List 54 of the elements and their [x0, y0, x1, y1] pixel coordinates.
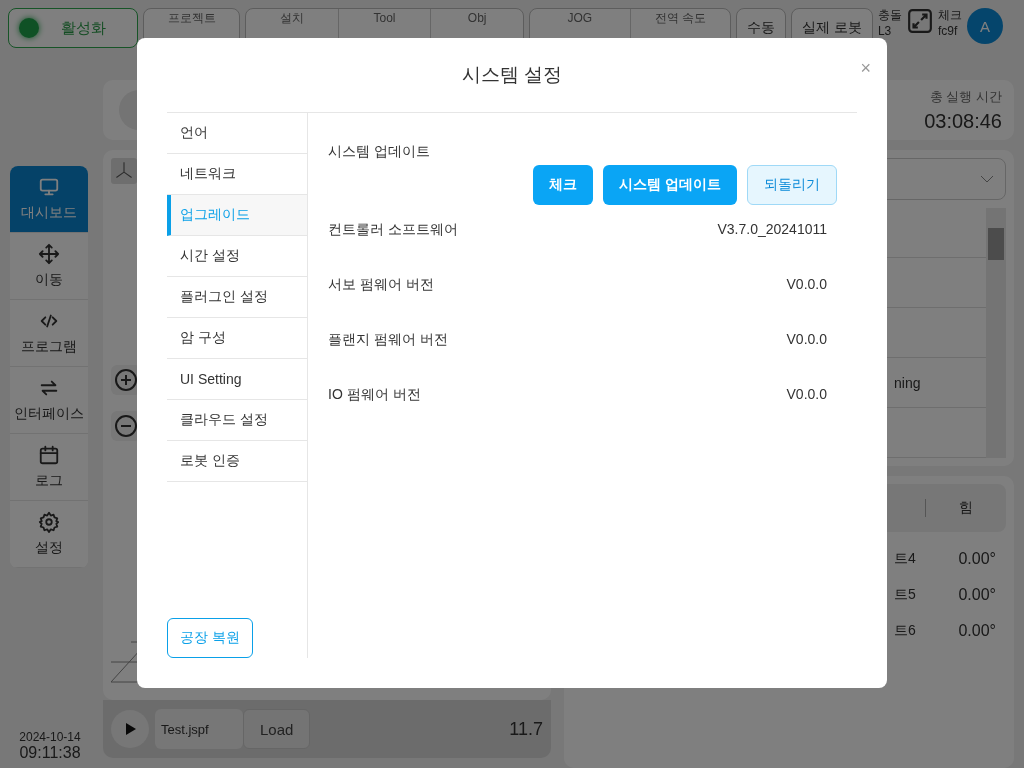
version-value: V3.7.0_20241011: [717, 221, 827, 239]
play-button[interactable]: [111, 710, 149, 748]
gear-icon: [38, 511, 60, 533]
nav-item[interactable]: 대시보드: [10, 166, 88, 233]
collision-label: 충돌: [877, 8, 902, 24]
dialog-title: 시스템 설정: [461, 63, 563, 87]
joint-value: 0.00°: [958, 586, 996, 604]
activate-button[interactable]: 활성화: [8, 8, 138, 48]
joint-label: 트5: [894, 586, 916, 604]
status-label: Obj: [467, 11, 487, 27]
version-label: 컨트롤러 소프트웨어: [328, 221, 458, 239]
user-avatar[interactable]: A: [966, 8, 1003, 44]
factory-reset-button[interactable]: 공장 복원: [167, 618, 253, 658]
check-label: 체크: [937, 8, 962, 24]
file-field[interactable]: Test.jspf: [155, 709, 243, 749]
force-tab[interactable]: 힘: [925, 499, 1006, 517]
move-icon: [38, 243, 60, 265]
settings-menu-item[interactable]: 업그레이드: [167, 195, 307, 236]
joint-value: 0.00°: [958, 550, 996, 568]
rollback-button[interactable]: 되돌리기: [747, 165, 837, 205]
check-value: fc9f: [937, 23, 959, 40]
update-button[interactable]: 시스템 업데이트: [603, 165, 737, 205]
run-time-value: 03:08:46: [924, 109, 1002, 133]
scrollbar[interactable]: [986, 208, 1006, 458]
calendar-icon: [38, 444, 60, 466]
section-title: 시스템 업데이트: [328, 143, 431, 161]
version-label: IO 펌웨어 버전: [328, 386, 421, 404]
time-text: 09:11:38: [19, 744, 81, 762]
close-button[interactable]: ×: [856, 58, 875, 79]
play-icon: [123, 722, 137, 736]
version-value: V0.0.0: [786, 331, 827, 349]
chevron-down-icon: [979, 174, 995, 184]
speed-value: 11.7: [509, 718, 543, 740]
joint-value: 0.00°: [958, 622, 996, 640]
status-dot-icon: [19, 18, 39, 38]
log-entry: ning: [894, 374, 921, 391]
expand-icon[interactable]: [906, 8, 933, 34]
collision-value: L3: [877, 23, 893, 40]
version-label: 서보 펌웨어 버전: [328, 276, 434, 294]
run-time-label: 총 실행 시간: [929, 87, 1002, 106]
monitor-icon: [38, 176, 60, 198]
version-value: V0.0.0: [786, 276, 827, 294]
joint-label: 트6: [894, 622, 916, 640]
date-text: 2024-10-14: [19, 730, 81, 744]
status-label: 설치: [279, 11, 304, 27]
version-label: 플랜지 펌웨어 버전: [328, 331, 448, 349]
status-label: JOG: [567, 11, 593, 27]
status-label: 프로젝트: [167, 11, 216, 27]
version-value: V0.0.0: [786, 386, 827, 404]
update-button[interactable]: 체크: [533, 165, 594, 205]
joint-label: 트4: [894, 550, 916, 568]
load-button[interactable]: Load: [243, 709, 311, 749]
status-label: 전역 속도: [654, 11, 706, 27]
status-label: Tool: [373, 11, 396, 27]
